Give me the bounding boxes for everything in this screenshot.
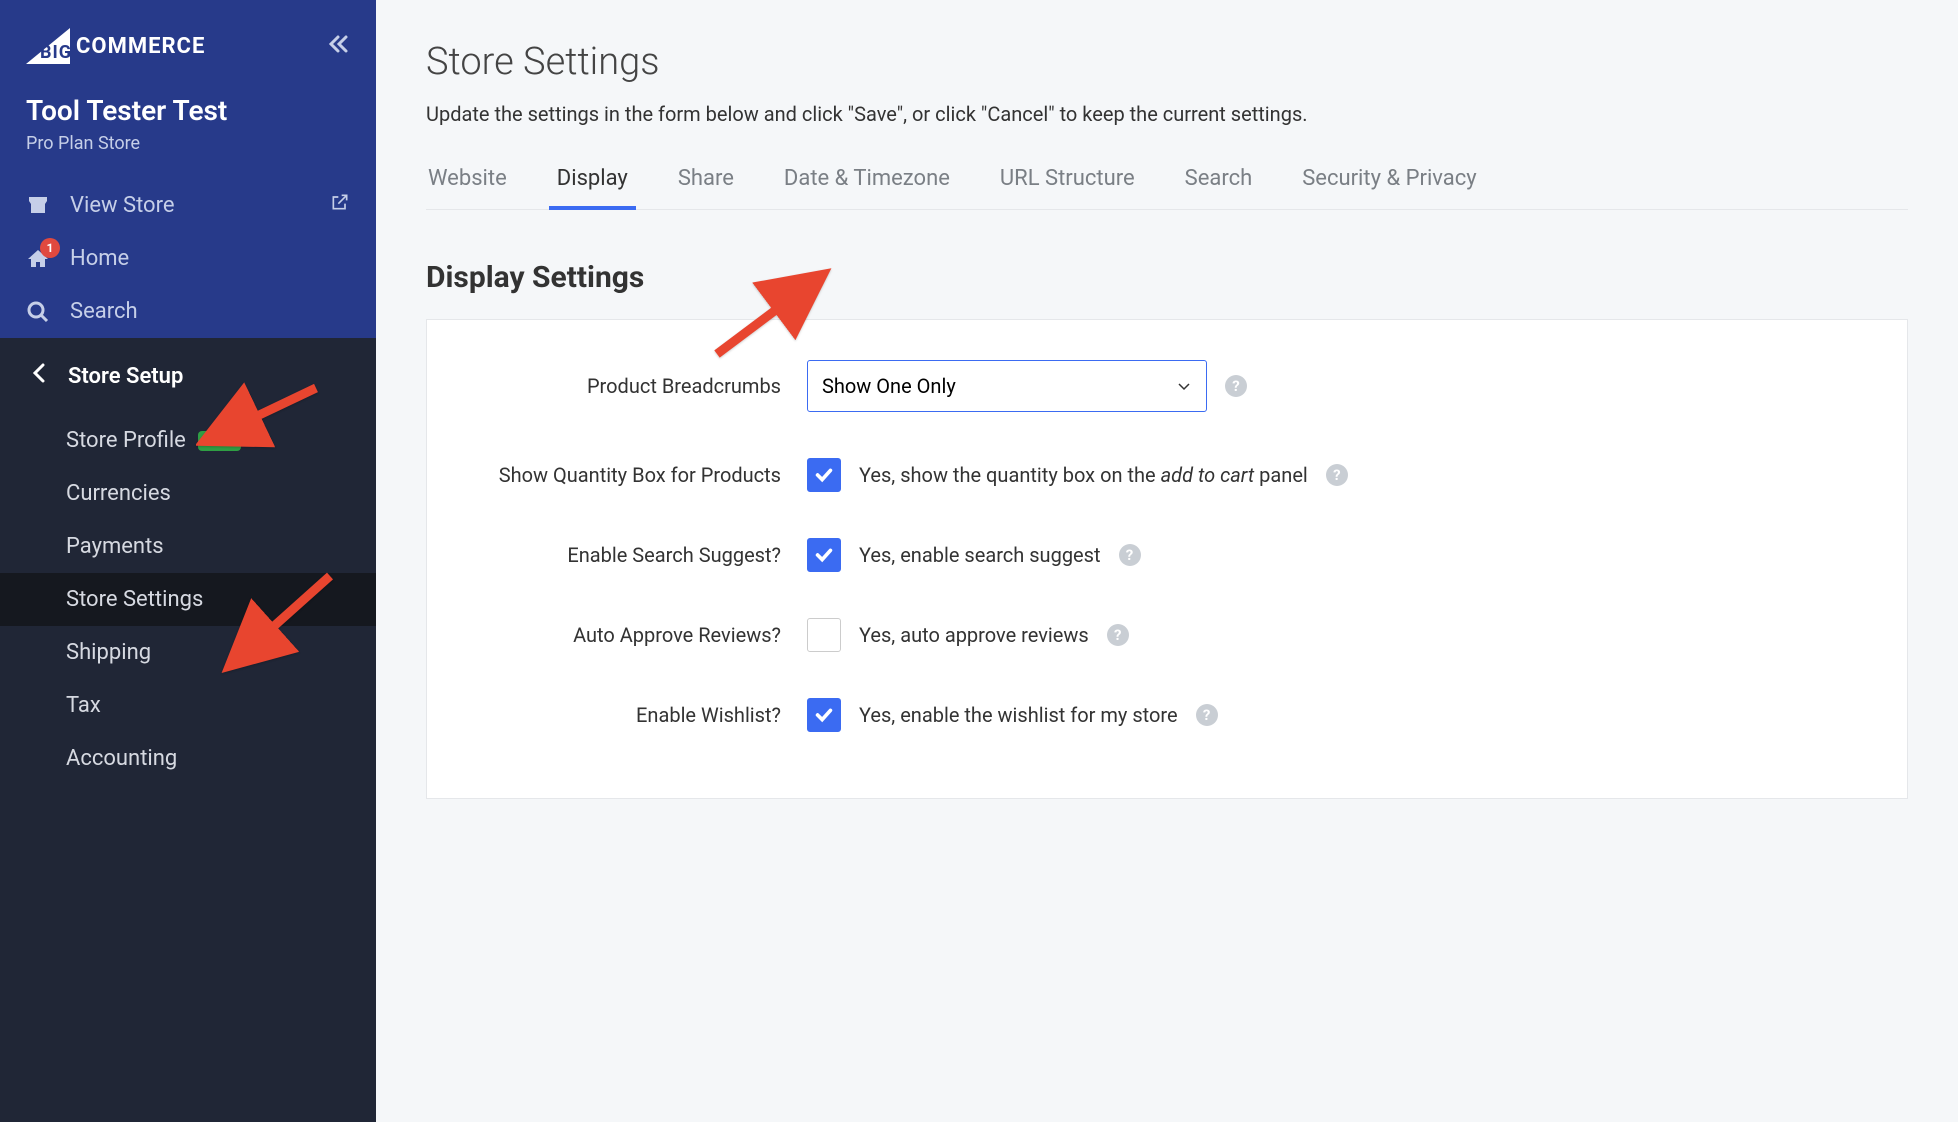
collapse-sidebar-icon[interactable] — [326, 32, 350, 60]
help-icon[interactable]: ? — [1225, 375, 1247, 397]
chevron-left-icon — [32, 362, 46, 390]
field-auto-approve: Auto Approve Reviews? Yes, auto approve … — [467, 618, 1867, 652]
nav-label: View Store — [70, 193, 175, 218]
external-link-icon — [330, 192, 350, 218]
select-value: Show One Only — [822, 374, 956, 398]
field-label: Show Quantity Box for Products — [467, 463, 807, 487]
checkbox-label: Yes, show the quantity box on the add to… — [859, 463, 1308, 487]
tab-security-privacy[interactable]: Security & Privacy — [1300, 160, 1478, 209]
tab-website[interactable]: Website — [426, 160, 509, 209]
sidebar-item-label: Tax — [66, 693, 101, 718]
quantity-checkbox[interactable] — [807, 458, 841, 492]
svg-text:BIG: BIG — [40, 42, 72, 63]
check-icon — [813, 704, 835, 726]
sidebar-item-label: Store Settings — [66, 587, 203, 612]
help-icon[interactable]: ? — [1326, 464, 1348, 486]
section-header-label: Store Setup — [68, 364, 183, 389]
check-icon — [813, 464, 835, 486]
field-label: Enable Search Suggest? — [467, 543, 807, 567]
field-product-breadcrumbs: Product Breadcrumbs Show One Only ? — [467, 360, 1867, 412]
check-icon — [813, 544, 835, 566]
field-quantity-box: Show Quantity Box for Products Yes, show… — [467, 458, 1867, 492]
breadcrumbs-select[interactable]: Show One Only — [807, 360, 1207, 412]
help-icon[interactable]: ? — [1107, 624, 1129, 646]
storefront-icon — [26, 193, 50, 217]
display-settings-heading: Display Settings — [426, 260, 1908, 295]
checkbox-label: Yes, auto approve reviews — [859, 623, 1089, 647]
main-content: Store Settings Update the settings in th… — [376, 0, 1958, 1122]
sidebar-item-label: Shipping — [66, 640, 151, 665]
sidebar-item-tax[interactable]: Tax — [0, 679, 376, 732]
sidebar-item-store-profile[interactable]: Store Profile NEW — [0, 414, 376, 467]
sidebar-top: BIG COMMERCE Tool Tester Test Pro Plan S… — [0, 0, 376, 164]
nav-home[interactable]: 1 Home — [0, 232, 376, 285]
display-settings-panel: Product Breadcrumbs Show One Only ? Show… — [426, 319, 1908, 799]
auto-approve-checkbox[interactable] — [807, 618, 841, 652]
sidebar-item-label: Payments — [66, 534, 164, 559]
tab-url-structure[interactable]: URL Structure — [998, 160, 1137, 209]
nav-search[interactable]: Search — [0, 285, 376, 338]
tab-display[interactable]: Display — [555, 160, 630, 209]
store-name: Tool Tester Test — [26, 94, 350, 127]
sidebar-item-label: Store Profile — [66, 428, 186, 453]
sidebar-item-payments[interactable]: Payments — [0, 520, 376, 573]
field-label: Product Breadcrumbs — [467, 374, 807, 398]
nav-label: Home — [70, 246, 129, 271]
logo-icon: BIG — [26, 28, 72, 64]
search-suggest-checkbox[interactable] — [807, 538, 841, 572]
tab-share[interactable]: Share — [676, 160, 736, 209]
field-wishlist: Enable Wishlist? Yes, enable the wishlis… — [467, 698, 1867, 732]
wishlist-checkbox[interactable] — [807, 698, 841, 732]
field-search-suggest: Enable Search Suggest? Yes, enable searc… — [467, 538, 1867, 572]
section-header-store-setup[interactable]: Store Setup — [0, 338, 376, 414]
brand-logo[interactable]: BIG COMMERCE — [26, 28, 205, 64]
help-icon[interactable]: ? — [1196, 704, 1218, 726]
search-icon — [26, 300, 50, 324]
page-title: Store Settings — [426, 40, 1908, 84]
tab-search[interactable]: Search — [1183, 160, 1255, 209]
sidebar-item-store-settings[interactable]: Store Settings — [0, 573, 376, 626]
sidebar-item-accounting[interactable]: Accounting — [0, 732, 376, 785]
nav-view-store[interactable]: View Store — [0, 178, 376, 232]
home-badge: 1 — [40, 238, 60, 258]
plan-name: Pro Plan Store — [26, 133, 350, 154]
field-label: Auto Approve Reviews? — [467, 623, 807, 647]
new-badge: NEW — [198, 431, 241, 451]
nav-section: View Store 1 Home Search — [0, 164, 376, 338]
sidebar-item-label: Currencies — [66, 481, 171, 506]
page-description: Update the settings in the form below an… — [426, 102, 1908, 126]
sidebar: BIG COMMERCE Tool Tester Test Pro Plan S… — [0, 0, 376, 1122]
checkbox-label: Yes, enable the wishlist for my store — [859, 703, 1178, 727]
chevron-down-icon — [1176, 378, 1192, 394]
store-setup-section: Store Setup Store Profile NEW Currencies Pa… — [0, 338, 376, 1122]
tab-row: Website Display Share Date & Timezone URL St… — [426, 160, 1908, 210]
nav-label: Search — [70, 299, 138, 324]
field-label: Enable Wishlist? — [467, 703, 807, 727]
sidebar-item-shipping[interactable]: Shipping — [0, 626, 376, 679]
sidebar-item-currencies[interactable]: Currencies — [0, 467, 376, 520]
tab-date-timezone[interactable]: Date & Timezone — [782, 160, 952, 209]
checkbox-label: Yes, enable search suggest — [859, 543, 1101, 567]
help-icon[interactable]: ? — [1119, 544, 1141, 566]
brand-text: COMMERCE — [76, 34, 205, 59]
logo-row: BIG COMMERCE — [26, 28, 350, 64]
sidebar-item-label: Accounting — [66, 746, 177, 771]
